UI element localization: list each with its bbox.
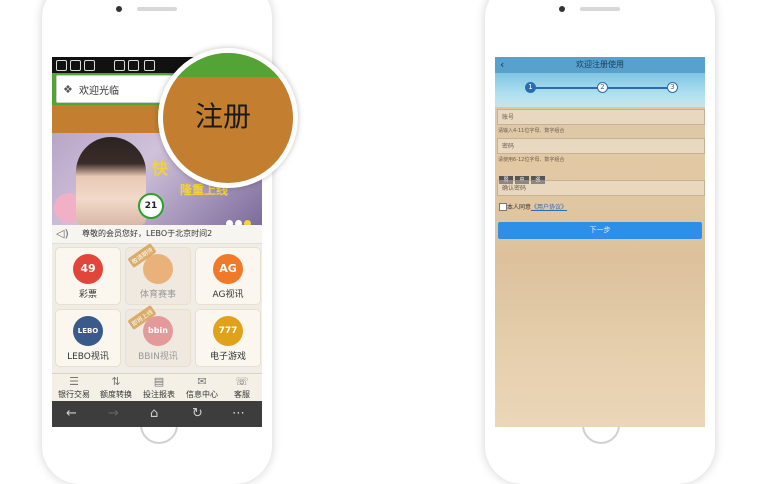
ag-logo-icon: AG [213, 254, 243, 284]
lottery-balls-icon: 49 [73, 254, 103, 284]
nav-label: 额度转换 [100, 390, 132, 399]
lottery-ball-icon: 21 [138, 193, 164, 219]
tile-label: 电子游戏 [209, 352, 246, 362]
tile-slots[interactable]: 777 电子游戏 [195, 309, 261, 367]
notification-icon [70, 60, 81, 71]
speaker [580, 7, 620, 11]
confirm-password-placeholder: 确认密码 [502, 185, 527, 192]
banner-photo [76, 137, 146, 225]
agree-checkbox[interactable] [499, 203, 507, 211]
notice-bar[interactable]: ◁) 尊敬的会员您好，LEBO于北京时间2 [52, 225, 262, 244]
carousel-dots[interactable] [226, 212, 253, 225]
password-placeholder: 密码 [502, 143, 515, 150]
notification-icon [56, 60, 67, 71]
sports-ball-icon [143, 254, 173, 284]
step-indicator: 1 2 3 [495, 73, 705, 107]
callout-green-band [163, 53, 293, 77]
speaker [137, 7, 177, 11]
next-button[interactable]: 下一步 [498, 222, 702, 239]
tile-lottery[interactable]: 49 彩票 [55, 247, 121, 305]
back-arrow-icon[interactable]: ← [66, 406, 77, 421]
account-hint: 请输入4-11位字母、数字组合 [498, 128, 565, 134]
usb-icon [114, 60, 125, 71]
right-screen: ‹ 欢迎注册使用 1 2 3 账号 请输入4-11位字母、数字组合 密码 请使用… [495, 57, 705, 427]
wifi-icon [144, 60, 155, 71]
agree-text: 本人同意《用户协议》 [507, 202, 567, 211]
confirm-password-field[interactable]: 确认密码 [497, 180, 705, 196]
tile-label: AG视讯 [212, 290, 244, 300]
address-text: 欢迎光临 [79, 86, 119, 97]
slot-777-icon: 777 [213, 316, 243, 346]
tile-ag[interactable]: AG AG视讯 [195, 247, 261, 305]
coins-icon: ☰ [69, 375, 79, 388]
puzzle-icon: ❖ [63, 83, 73, 96]
password-field[interactable]: 密码 [497, 138, 705, 154]
report-icon: ▤ [153, 375, 165, 388]
tile-sports[interactable]: 敬请期待 体育赛事 [125, 242, 191, 305]
nav-item-bank[interactable]: ☰ 银行交易 [54, 374, 94, 402]
forward-arrow-icon[interactable]: → [108, 406, 119, 421]
notice-text: 尊敬的会员您好，LEBO于北京时间2 [82, 229, 213, 238]
headset-icon: ☏ [235, 375, 249, 388]
refresh-icon[interactable]: ↻ [192, 406, 203, 421]
agree-prefix: 本人同意 [507, 204, 532, 211]
register-label: 注册 [195, 100, 252, 133]
nav-item-report[interactable]: ▤ 投注报表 [139, 374, 179, 402]
nav-item-messages[interactable]: ✉ 信息中心 [182, 374, 222, 402]
step-3: 3 [667, 82, 678, 93]
system-nav-bar: ← → ⌂ ↻ ⋯ [52, 401, 262, 427]
step-2: 2 [597, 82, 608, 93]
transfer-icon: ⇅ [111, 375, 121, 388]
tile-label: 彩票 [78, 290, 97, 300]
tile-bbin[interactable]: bbin 即将上线 BBIN视讯 [125, 304, 191, 367]
account-field[interactable]: 账号 [497, 109, 705, 125]
front-camera [116, 6, 122, 12]
lebo-logo-icon: LEBO [73, 316, 103, 346]
more-icon[interactable]: ⋯ [232, 406, 245, 421]
tile-label: LEBO视讯 [67, 352, 109, 362]
tile-label: BBIN视讯 [138, 352, 178, 362]
banner-headline: 快 [152, 159, 169, 178]
step-1: 1 [525, 82, 536, 93]
front-camera [559, 6, 565, 12]
alarm-icon [128, 60, 139, 71]
register-callout[interactable]: 注册 [158, 48, 298, 188]
tile-label: 体育赛事 [139, 290, 176, 300]
speaker-icon: ◁) [56, 227, 69, 240]
page-title: 欢迎注册使用 [576, 60, 624, 69]
nav-item-support[interactable]: ☏ 客服 [224, 374, 260, 402]
register-header: ‹ 欢迎注册使用 [495, 57, 705, 73]
game-grid: 49 彩票 敬请期待 体育赛事 AG AG视讯 LEBO LEBO视讯 bbin… [55, 242, 261, 367]
user-agreement-link[interactable]: 《用户协议》 [531, 204, 567, 211]
tile-lebo[interactable]: LEBO LEBO视讯 [55, 309, 121, 367]
mail-icon: ✉ [197, 375, 207, 388]
account-placeholder: 账号 [502, 114, 515, 121]
nav-label: 客服 [234, 390, 250, 399]
nav-label: 银行交易 [58, 390, 90, 399]
nav-item-transfer[interactable]: ⇅ 额度转换 [96, 374, 136, 402]
nav-label: 投注报表 [143, 390, 175, 399]
bbin-logo-icon: bbin [143, 316, 173, 346]
nav-label: 信息中心 [186, 390, 218, 399]
home-icon[interactable]: ⌂ [150, 406, 158, 421]
image-icon [84, 60, 95, 71]
bottom-nav: ☰ 银行交易 ⇅ 额度转换 ▤ 投注报表 ✉ 信息中心 ☏ 客服 [52, 373, 262, 402]
password-hint: 请使用6-12位字母、数字组合 [498, 157, 565, 163]
